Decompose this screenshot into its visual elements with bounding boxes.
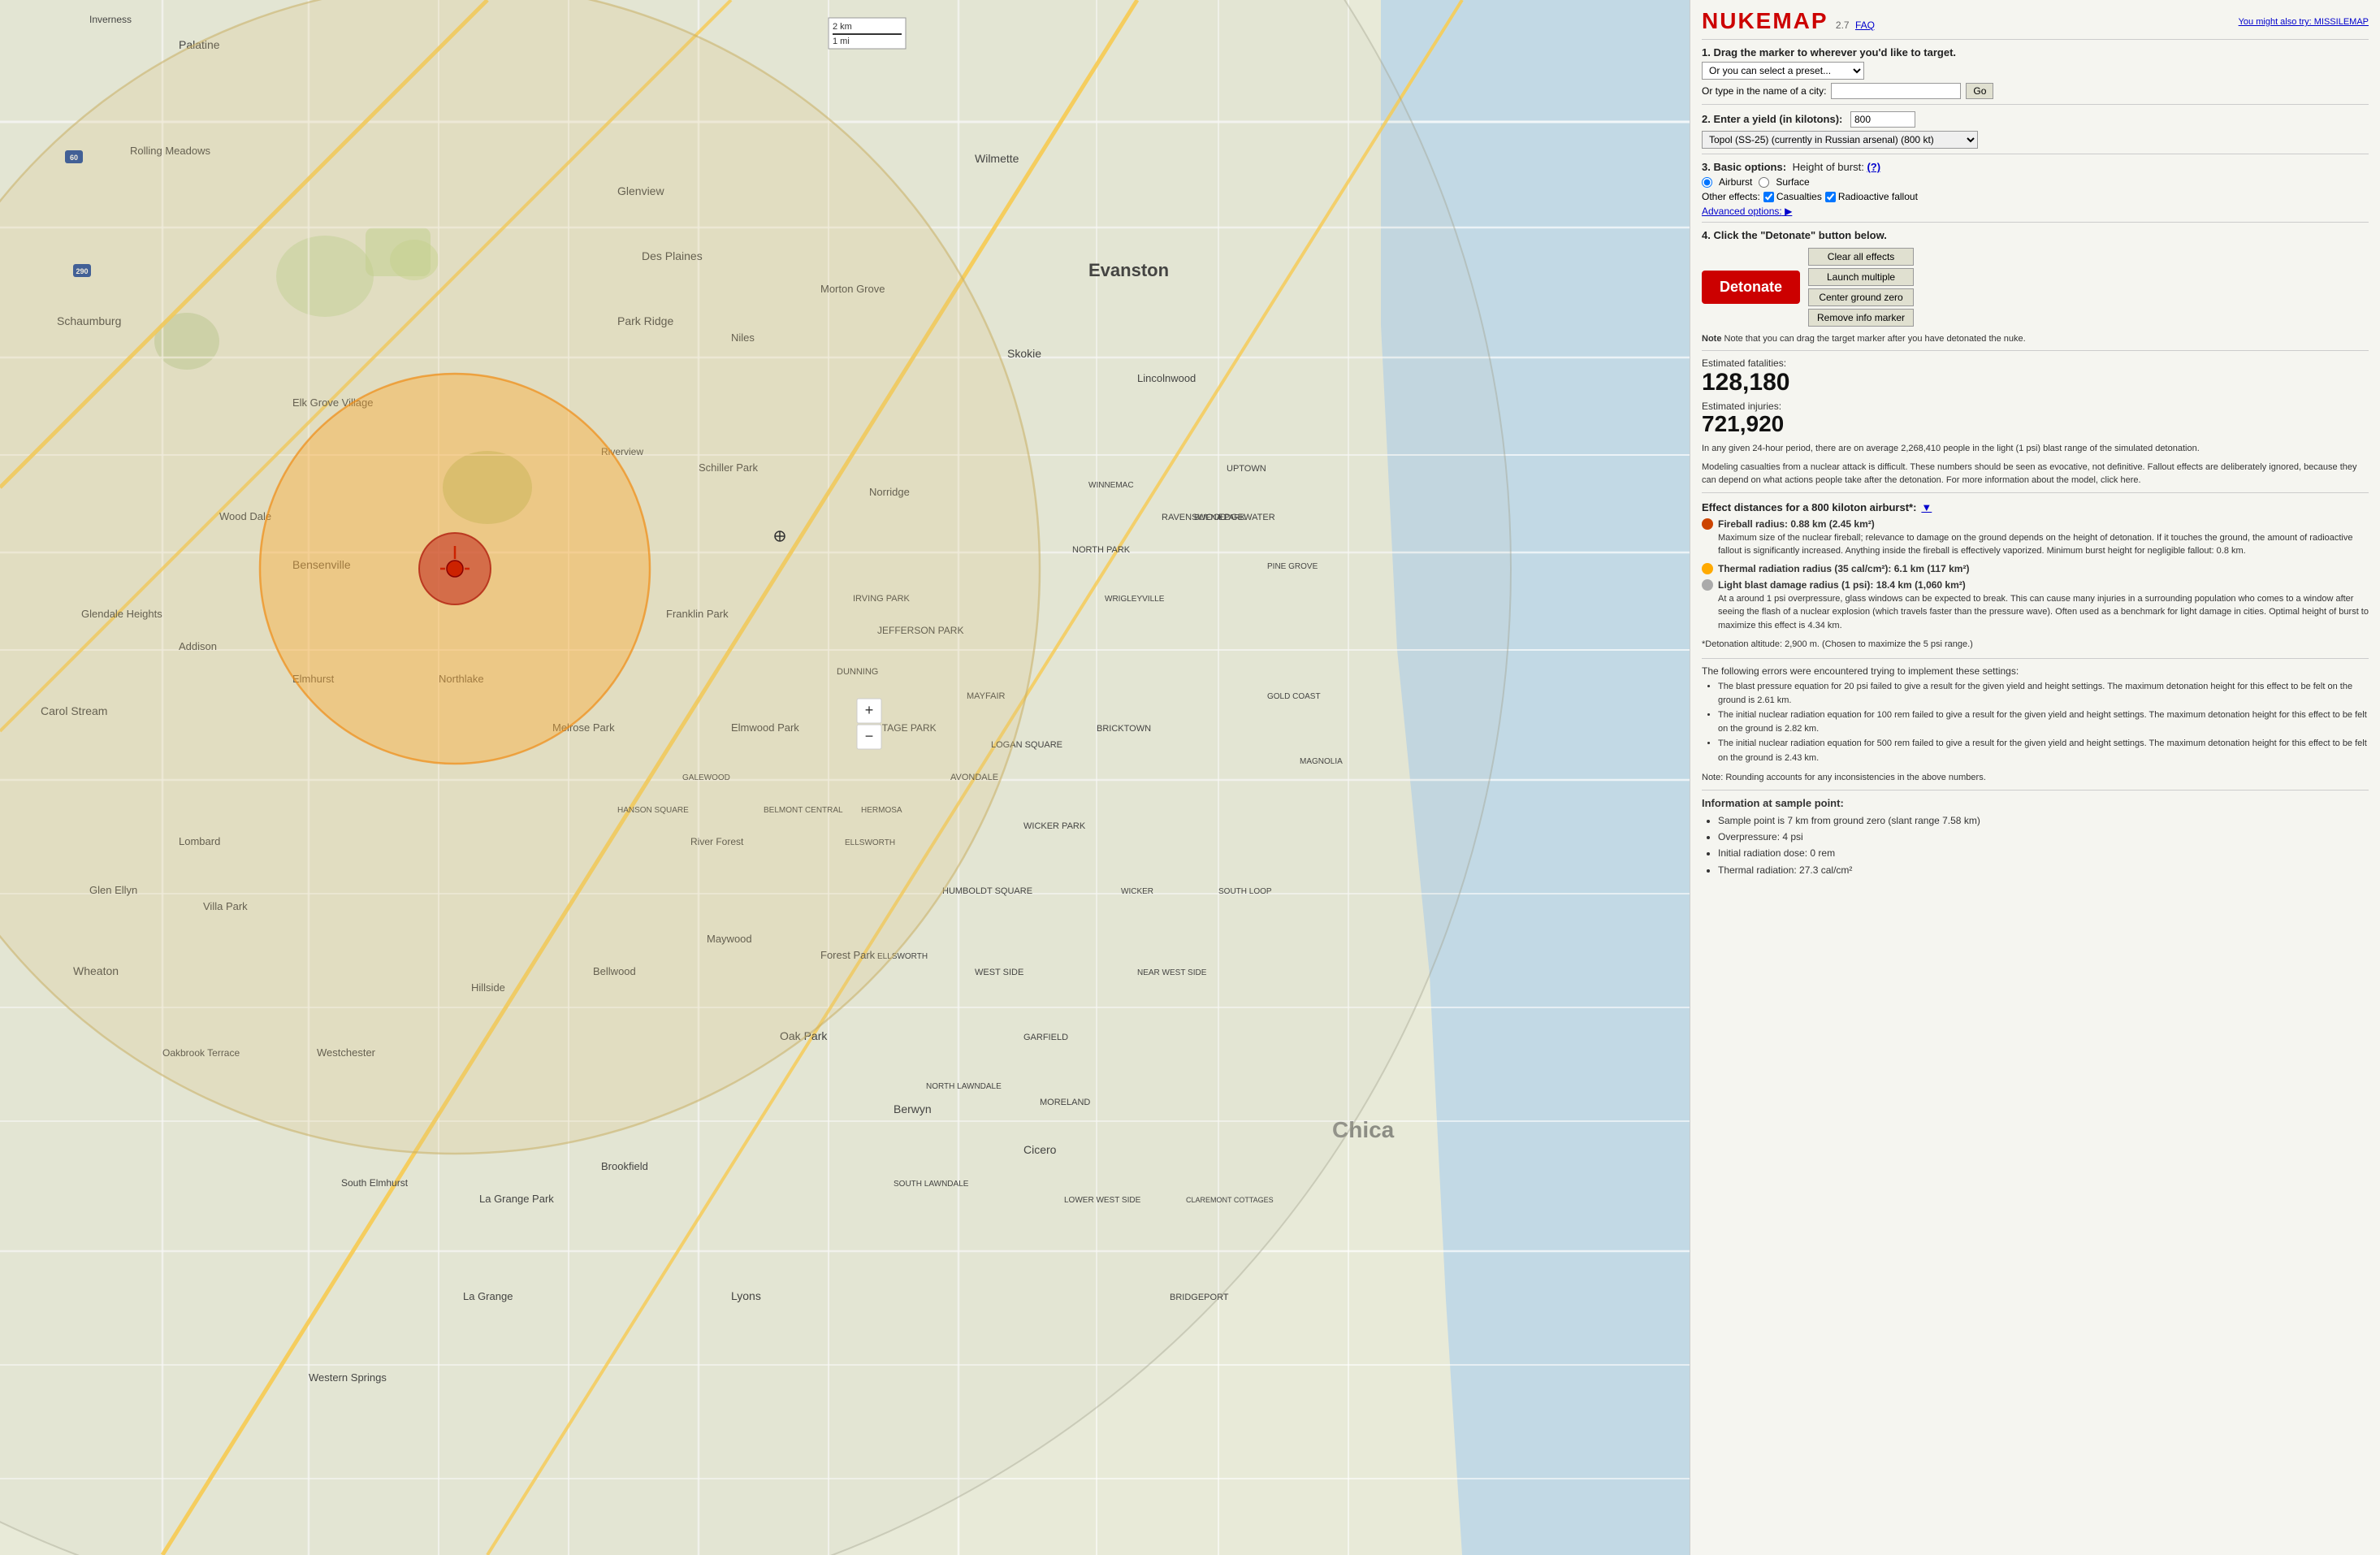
advanced-toggle[interactable]: Advanced options: ▶ [1702,206,1792,217]
fatalities-label: Estimated fatalities: [1702,357,2369,369]
city-row: Or type in the name of a city: Go [1702,83,2369,99]
go-button[interactable]: Go [1966,83,1993,99]
injuries-value: 721,920 [1702,412,2369,437]
error-item: The initial nuclear radiation equation f… [1718,708,2369,737]
app-title: NUKEMAP [1702,8,1828,33]
app-title-area: NUKEMAP 2.7 FAQ [1702,8,1875,34]
detonate-button[interactable]: Detonate [1702,271,1800,304]
fallout-checkbox[interactable] [1825,192,1836,202]
fireball-dot [1702,518,1713,530]
step4-label: 4. Click the "Detonate" button below. [1702,229,2369,241]
thermal-dot [1702,563,1713,574]
other-effects-row: Other effects: Casualties Radioactive fa… [1702,191,2369,202]
effect-distances-toggle[interactable]: ▼ [1921,501,1932,513]
blast-item: Light blast damage radius (1 psi): 18.4 … [1702,579,2369,633]
app-version: 2.7 [1836,19,1850,31]
modeling-note: Modeling casualties from a nuclear attac… [1702,461,2369,487]
sample-header: Information at sample point: [1702,797,2369,809]
preset-row: Or you can select a preset... [1702,62,2369,80]
effect-distances-header: Effect distances for a 800 kiloton airbu… [1702,501,2369,513]
launch-multiple-button[interactable]: Launch multiple [1808,268,1914,286]
faq-link[interactable]: FAQ [1855,19,1875,31]
step1-label: 1. Drag the marker to wherever you'd lik… [1702,46,2369,58]
advanced-row: Advanced options: ▶ [1702,206,2369,217]
yield-input[interactable] [1850,111,1915,128]
thermal-item: Thermal radiation radius (35 cal/cm²): 6… [1702,563,2369,574]
injuries-label: Estimated injuries: [1702,401,2369,412]
step3-label: 3. Basic options: Height of burst: (?) [1702,161,2369,173]
map-container[interactable]: 60 290 Palatine Inverness Rolling Meadow… [0,0,1690,1555]
airburst-radio[interactable] [1702,177,1712,188]
errors-list: The blast pressure equation for 20 psi f… [1702,680,2369,766]
blast-dot [1702,579,1713,591]
sample-item: Initial radiation dose: 0 rem [1718,845,2369,861]
sidebar-header: NUKEMAP 2.7 FAQ You might also try: MISS… [1702,8,2369,40]
action-buttons: Clear all effects Launch multiple Center… [1808,248,1914,327]
burst-type-row: Airburst Surface [1702,176,2369,188]
center-ground-button[interactable]: Center ground zero [1808,288,1914,306]
weapon-select[interactable]: Topol (SS-25) (currently in Russian arse… [1702,131,1978,149]
error-item: The initial nuclear radiation equation f… [1718,737,2369,765]
sample-item: Sample point is 7 km from ground zero (s… [1718,812,2369,829]
blast-desc: At a around 1 psi overpressure, glass wi… [1718,592,2369,633]
height-help[interactable]: (?) [1867,161,1880,173]
sample-item: Overpressure: 4 psi [1718,829,2369,845]
fireball-desc: Maximum size of the nuclear fireball; re… [1718,531,2369,558]
detonation-note: *Detonation altitude: 2,900 m. (Chosen t… [1702,639,2369,651]
thermal-title: Thermal radiation radius (35 cal/cm²): 6… [1702,563,2369,574]
blast-title: Light blast damage radius (1 psi): 18.4 … [1702,579,2369,591]
drag-note: Note Note that you can drag the target m… [1702,333,2369,345]
rounding-note: Note: Rounding accounts for any inconsis… [1702,772,2369,784]
errors-section: The following errors were encountered tr… [1702,665,2369,766]
sample-list: Sample point is 7 km from ground zero (s… [1702,812,2369,879]
errors-header: The following errors were encountered tr… [1702,665,2369,677]
svg-text:1 mi: 1 mi [833,37,850,46]
city-label: Or type in the name of a city: [1702,85,1826,97]
detonate-row: Detonate Clear all effects Launch multip… [1702,248,2369,327]
preset-select[interactable]: Or you can select a preset... [1702,62,1864,80]
sample-item: Thermal radiation: 27.3 cal/cm² [1718,862,2369,878]
error-item: The blast pressure equation for 20 psi f… [1718,680,2369,708]
sidebar: NUKEMAP 2.7 FAQ You might also try: MISS… [1690,0,2380,1555]
fireball-title: Fireball radius: 0.88 km (2.45 km²) [1702,518,2369,530]
also-try-link[interactable]: You might also try: MISSILEMAP [2239,17,2369,27]
city-input[interactable] [1831,83,1961,99]
remove-marker-button[interactable]: Remove info marker [1808,309,1914,327]
clear-all-button[interactable]: Clear all effects [1808,248,1914,266]
fireball-item: Fireball radius: 0.88 km (2.45 km²) Maxi… [1702,518,2369,558]
fatalities-value: 128,180 [1702,369,2369,396]
fallout-label: Radioactive fallout [1825,191,1918,202]
weapon-row: Topol (SS-25) (currently in Russian arse… [1702,131,2369,149]
svg-text:+: + [865,702,874,718]
svg-text:2 km: 2 km [833,22,852,32]
step2-label: 2. Enter a yield (in kilotons): [1702,111,2369,128]
casualties-label: Casualties [1763,191,1822,202]
casualties-checkbox[interactable] [1763,192,1774,202]
surface-radio[interactable] [1759,177,1769,188]
casualty-desc: In any given 24-hour period, there are o… [1702,442,2369,456]
svg-text:−: − [865,728,874,744]
sample-point-section: Information at sample point: Sample poin… [1702,797,2369,879]
